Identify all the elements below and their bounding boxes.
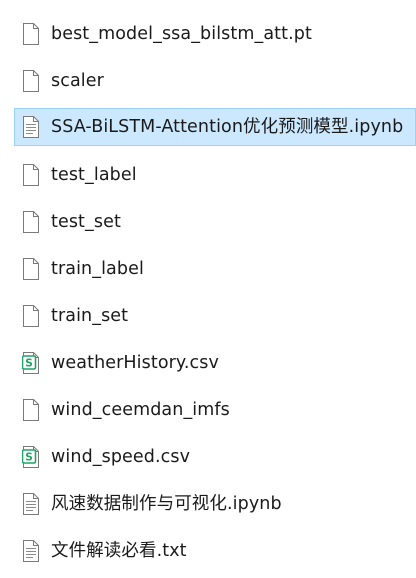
file-name: train_set (51, 306, 129, 326)
file-name: 文件解读必看.txt (51, 541, 187, 561)
text-file-icon (22, 540, 40, 562)
text-file-icon (22, 116, 40, 138)
file-icon (22, 70, 40, 92)
file-name: scaler (51, 71, 104, 91)
file-icon (22, 258, 40, 280)
file-row-test-label[interactable]: test_label (0, 155, 416, 193)
file-name: best_model_ssa_bilstm_att.pt (51, 24, 312, 44)
svg-text:S: S (25, 358, 33, 370)
file-row-test-set[interactable]: test_set (0, 202, 416, 240)
file-row-wind-speed[interactable]: S wind_speed.csv (0, 437, 416, 475)
text-file-icon (22, 493, 40, 515)
spreadsheet-icon: S (22, 352, 40, 374)
file-row-train-label[interactable]: train_label (0, 249, 416, 287)
file-icon (22, 305, 40, 327)
svg-text:S: S (25, 452, 33, 464)
file-row-scaler[interactable]: scaler (0, 61, 416, 99)
file-name: test_set (51, 212, 121, 232)
file-icon (22, 211, 40, 233)
file-row-train-set[interactable]: train_set (0, 296, 416, 334)
file-row-wind-data-notebook[interactable]: 风速数据制作与可视化.ipynb (0, 484, 416, 522)
file-row-weather-history[interactable]: S weatherHistory.csv (0, 343, 416, 381)
file-row-readme-txt[interactable]: 文件解读必看.txt (0, 531, 416, 569)
file-name: wind_speed.csv (51, 447, 191, 467)
file-icon (22, 23, 40, 45)
file-row-best-model[interactable]: best_model_ssa_bilstm_att.pt (0, 14, 416, 52)
file-row-ssa-bilstm-notebook[interactable]: SSA-BiLSTM-Attention优化预测模型.ipynb (14, 108, 416, 146)
file-list: best_model_ssa_bilstm_att.pt scaler SSA-… (0, 14, 416, 578)
file-row-wind-ceemdan-imfs[interactable]: wind_ceemdan_imfs (0, 390, 416, 428)
file-name: train_label (51, 259, 144, 279)
file-name: wind_ceemdan_imfs (51, 400, 230, 420)
file-name: SSA-BiLSTM-Attention优化预测模型.ipynb (51, 117, 404, 137)
file-icon (22, 164, 40, 186)
file-name: 风速数据制作与可视化.ipynb (51, 494, 282, 514)
file-name: test_label (51, 165, 137, 185)
spreadsheet-icon: S (22, 446, 40, 468)
file-icon (22, 399, 40, 421)
file-name: weatherHistory.csv (51, 353, 219, 373)
